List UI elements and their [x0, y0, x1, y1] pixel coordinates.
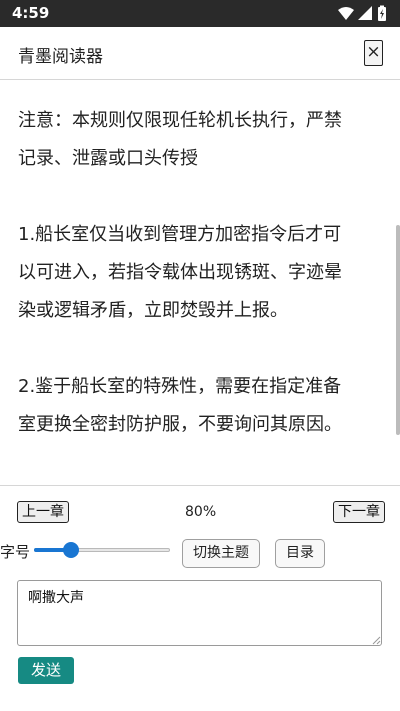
text-line: 染或逻辑矛盾，立即焚毁并上报。 — [18, 300, 288, 321]
text-line — [18, 178, 386, 216]
prev-chapter-button[interactable]: 上一章 — [17, 501, 69, 523]
cellular-signal-icon — [358, 6, 372, 20]
text-line: 注意：本规则仅限现任轮机长执行，严禁 — [18, 110, 342, 131]
next-chapter-button[interactable]: 下一章 — [333, 501, 385, 523]
switch-theme-button[interactable]: 切换主题 — [182, 539, 260, 568]
chapter-text: 注意：本规则仅限现任轮机长执行，严禁 记录、泄露或口头传授 1.船长室仅当收到管… — [18, 102, 386, 444]
status-time: 4:59 — [12, 4, 50, 22]
text-line: 以可进入，若指令载体出现锈斑、字迹晕 — [18, 262, 342, 283]
close-button[interactable]: × — [364, 40, 383, 66]
battery-icon — [378, 5, 386, 21]
app-header: 青墨阅读器 × — [0, 27, 400, 80]
text-line: 2.鉴于船长室的特殊性，需要在指定准备 — [18, 376, 342, 397]
reader-scrollbar[interactable] — [396, 225, 400, 435]
text-line: 1.船长室仅当收到管理方加密指令后才可 — [18, 224, 342, 245]
wifi-icon — [338, 7, 354, 20]
font-size-slider[interactable] — [34, 542, 170, 558]
reader-controls: 上一章 80% 下一章 字号 切换主题 目录 — [0, 485, 400, 568]
table-of-contents-button[interactable]: 目录 — [275, 539, 325, 568]
reader-pane[interactable]: 注意：本规则仅限现任轮机长执行，严禁 记录、泄露或口头传授 1.船长室仅当收到管… — [0, 80, 400, 484]
app-title: 青墨阅读器 — [18, 47, 103, 67]
status-icons — [338, 5, 386, 21]
progress-percent: 80% — [185, 504, 217, 520]
font-size-label: 字号 — [0, 543, 31, 561]
text-line: 记录、泄露或口头传授 — [18, 148, 198, 169]
slider-thumb[interactable] — [62, 542, 79, 558]
resize-grip-icon[interactable] — [372, 636, 381, 645]
status-bar: 4:59 — [0, 0, 400, 27]
send-button[interactable]: 发送 — [18, 657, 74, 684]
text-line — [18, 330, 386, 368]
text-line: 室更换全密封防护服，不要询问其原因。 — [18, 414, 342, 435]
message-input[interactable]: 啊撒大声 — [17, 580, 382, 646]
